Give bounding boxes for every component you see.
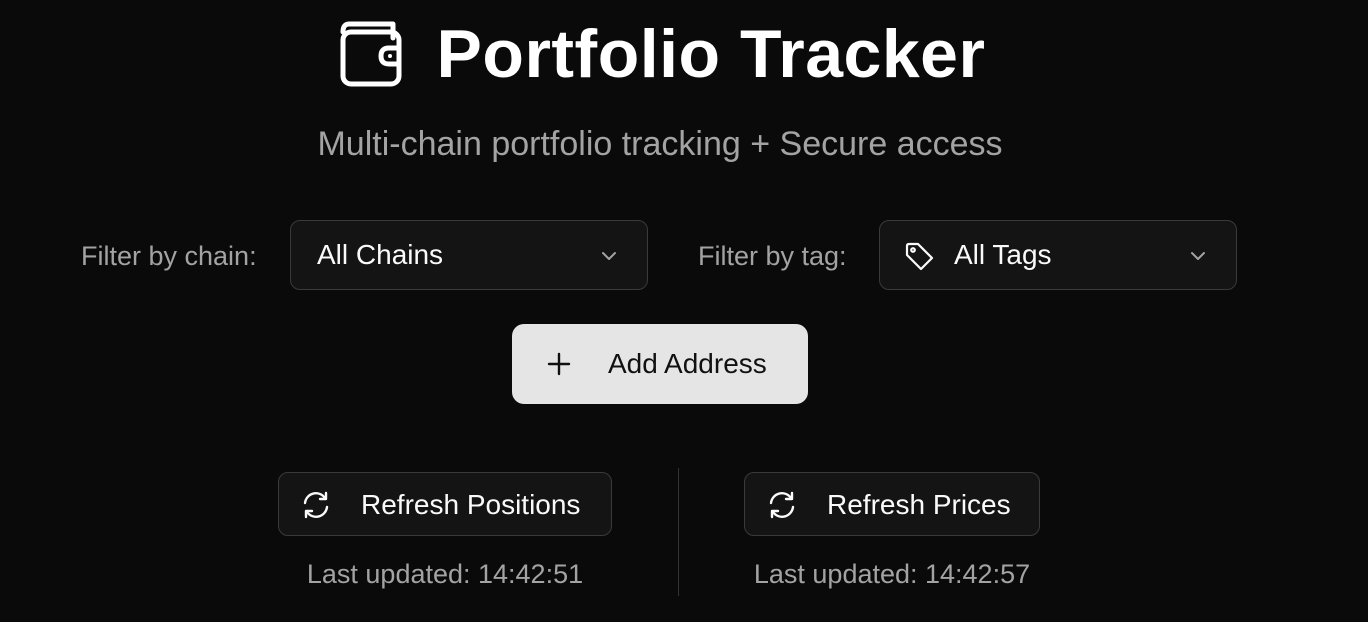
tag-icon xyxy=(904,241,936,278)
chain-filter-select[interactable]: All Chains xyxy=(290,220,648,290)
page-subtitle: Multi-chain portfolio tracking + Secure … xyxy=(317,125,1003,163)
positions-last-updated: Last updated: 14:42:51 xyxy=(306,559,584,589)
add-address-label: Add Address xyxy=(608,348,767,379)
tag-filter-value: All Tags xyxy=(954,239,1052,270)
page-header: Portfolio Tracker xyxy=(0,14,1322,94)
portfolio-page: Portfolio Tracker Multi-chain portfolio … xyxy=(0,0,1368,622)
page-title: Portfolio Tracker xyxy=(436,16,986,92)
refresh-positions-label: Refresh Positions xyxy=(361,489,581,520)
vertical-divider xyxy=(678,468,679,596)
chain-filter-label: Filter by chain: xyxy=(81,241,257,271)
prices-last-updated: Last updated: 14:42:57 xyxy=(753,559,1031,589)
refresh-prices-button[interactable]: Refresh Prices xyxy=(744,472,1040,536)
add-address-button[interactable]: Add Address xyxy=(512,324,808,404)
refresh-prices-label: Refresh Prices xyxy=(827,489,1011,520)
chain-filter-value: All Chains xyxy=(317,239,444,270)
refresh-positions-button[interactable]: Refresh Positions xyxy=(278,472,612,536)
tag-filter-label: Filter by tag: xyxy=(698,241,847,271)
tag-filter-select[interactable]: All Tags xyxy=(879,220,1237,290)
wallet-icon xyxy=(337,18,409,90)
